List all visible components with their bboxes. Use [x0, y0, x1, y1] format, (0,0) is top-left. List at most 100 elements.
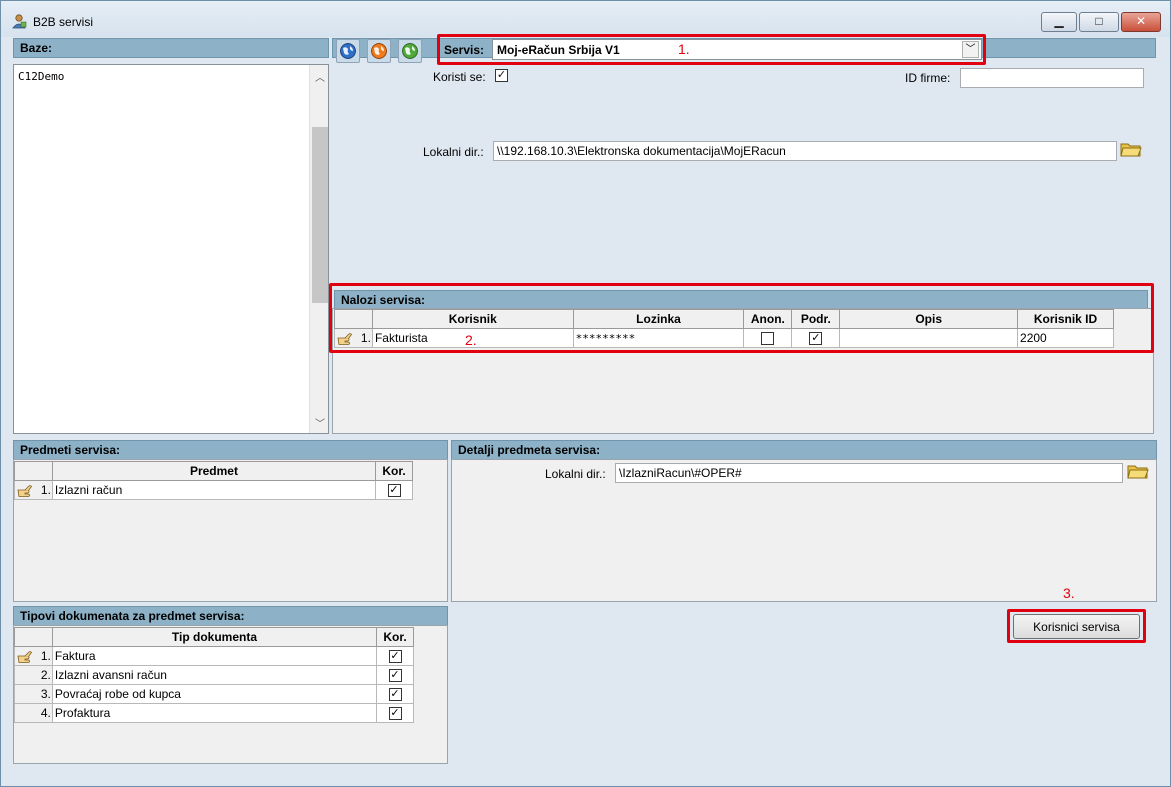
- koristi-se-checkbox[interactable]: ✓: [495, 69, 508, 82]
- predmeti-header-label: Predmeti servisa:: [20, 443, 121, 457]
- globe-blue-button[interactable]: [336, 39, 360, 63]
- row-number[interactable]: 1.: [14, 646, 53, 666]
- window-title: B2B servisi: [33, 15, 94, 29]
- tipovi-grid[interactable]: Tip dokumenta Kor. 1. Faktura ✓ 2. Izlaz…: [14, 627, 414, 723]
- chevron-down-icon: ﹀: [965, 44, 976, 55]
- nalozi-col-lozinka[interactable]: Lozinka: [572, 309, 745, 329]
- row-number-label: 1.: [40, 483, 51, 497]
- cell-tip[interactable]: Faktura: [51, 646, 378, 666]
- nalozi-col-opis[interactable]: Opis: [839, 309, 1019, 329]
- cell-lozinka[interactable]: *********: [572, 328, 745, 348]
- annotation-number-2: 2.: [465, 332, 477, 348]
- scroll-down-icon[interactable]: ﹀: [313, 415, 327, 430]
- cell-predmet[interactable]: Izlazni račun: [51, 480, 377, 500]
- cell-kor[interactable]: ✓: [376, 703, 414, 723]
- servis-select[interactable]: Moj-eRačun Srbija V1 ﹀: [492, 39, 982, 60]
- table-row[interactable]: 3. Povraćaj robe od kupca ✓: [14, 684, 414, 704]
- row-number[interactable]: 1.: [334, 328, 373, 348]
- table-row[interactable]: 1. Izlazni račun ✓: [14, 480, 413, 500]
- b2b-window: B2B servisi ▁ □ ✕ Baze: C12Demo ︿ ﹀ Serv…: [0, 0, 1171, 787]
- maximize-button[interactable]: □: [1079, 12, 1119, 32]
- kor-checkbox[interactable]: ✓: [388, 688, 402, 702]
- tipovi-col-tip[interactable]: Tip dokumenta: [51, 627, 378, 647]
- folder-open-icon[interactable]: [1120, 140, 1142, 158]
- cell-kor[interactable]: ✓: [376, 665, 414, 685]
- anon-checkbox[interactable]: [761, 332, 775, 346]
- minimize-icon: ▁: [1054, 14, 1064, 28]
- predmeti-grid-header: Predmet Kor.: [14, 461, 413, 481]
- nalozi-grid[interactable]: Korisnik Lozinka Anon. Podr. Opis Korisn…: [334, 309, 1114, 348]
- cell-tip[interactable]: Povraćaj robe od kupca: [51, 684, 378, 704]
- nalozi-grid-header: Korisnik Lozinka Anon. Podr. Opis Korisn…: [334, 309, 1114, 329]
- globe-orange-button[interactable]: [367, 39, 391, 63]
- globe-green-button[interactable]: [398, 39, 422, 63]
- annotation-number-3: 3.: [1063, 585, 1075, 601]
- baze-list[interactable]: C12Demo ︿ ﹀: [13, 64, 329, 434]
- cell-anon[interactable]: [743, 328, 793, 348]
- table-row[interactable]: 1. Fakturista ********* ✓ 2200: [334, 328, 1114, 348]
- cell-tip[interactable]: Izlazni avansni račun: [51, 665, 378, 685]
- nalozi-header: Nalozi servisa:: [334, 290, 1148, 310]
- minimize-button[interactable]: ▁: [1041, 12, 1077, 32]
- baze-header: Baze:: [13, 38, 329, 58]
- close-button[interactable]: ✕: [1121, 12, 1161, 32]
- globe-orange-icon: [371, 43, 387, 59]
- servis-dropdown-button[interactable]: ﹀: [962, 41, 979, 58]
- row-number-label: 1.: [360, 331, 371, 345]
- kor-checkbox[interactable]: ✓: [388, 669, 402, 683]
- annotation-number-1: 1.: [678, 41, 690, 57]
- row-number-label: 1.: [40, 649, 51, 663]
- cell-kor[interactable]: ✓: [376, 646, 414, 666]
- cell-podr[interactable]: ✓: [791, 328, 841, 348]
- nalozi-col-rownum: [334, 309, 373, 329]
- nalozi-col-korisnik-id[interactable]: Korisnik ID: [1017, 309, 1114, 329]
- cell-kor[interactable]: ✓: [375, 480, 413, 500]
- nalozi-col-podr[interactable]: Podr.: [791, 309, 841, 329]
- kor-checkbox[interactable]: ✓: [388, 650, 402, 664]
- row-number[interactable]: 2.: [14, 665, 53, 685]
- kor-checkbox[interactable]: ✓: [388, 707, 402, 721]
- cell-opis[interactable]: [839, 328, 1019, 348]
- baze-scrollbar[interactable]: ︿ ﹀: [309, 65, 328, 433]
- korisnici-servisa-button[interactable]: Korisnici servisa: [1013, 614, 1140, 639]
- tipovi-header: Tipovi dokumenata za predmet servisa:: [13, 606, 448, 626]
- scroll-thumb[interactable]: [312, 127, 328, 303]
- nalozi-col-anon[interactable]: Anon.: [743, 309, 793, 329]
- predmeti-col-predmet[interactable]: Predmet: [51, 461, 377, 481]
- predmeti-col-kor[interactable]: Kor.: [375, 461, 413, 481]
- table-row[interactable]: 2. Izlazni avansni račun ✓: [14, 665, 414, 685]
- globe-green-icon: [402, 43, 418, 59]
- cell-kor[interactable]: ✓: [376, 684, 414, 704]
- id-firme-input[interactable]: [960, 68, 1144, 88]
- detalji-header-label: Detalji predmeta servisa:: [458, 443, 601, 457]
- detalji-lokalni-dir-input[interactable]: [615, 463, 1123, 483]
- globe-blue-icon: [340, 43, 356, 59]
- predmeti-grid[interactable]: Predmet Kor. 1. Izlazni račun ✓: [14, 461, 413, 500]
- nalozi-header-label: Nalozi servisa:: [341, 293, 426, 307]
- title-bar: B2B servisi ▁ □ ✕: [1, 1, 1170, 37]
- cell-tip[interactable]: Profaktura: [51, 703, 378, 723]
- predmeti-header: Predmeti servisa:: [13, 440, 448, 460]
- predmeti-col-rownum: [14, 461, 53, 481]
- pointing-hand-icon: [337, 333, 352, 345]
- row-number[interactable]: 4.: [14, 703, 53, 723]
- podr-checkbox[interactable]: ✓: [809, 332, 823, 346]
- table-row[interactable]: 4. Profaktura ✓: [14, 703, 414, 723]
- nalozi-col-korisnik[interactable]: Korisnik: [371, 309, 574, 329]
- check-icon: ✓: [496, 69, 507, 81]
- folder-open-icon[interactable]: [1127, 462, 1149, 480]
- cell-korisnik-id[interactable]: 2200: [1017, 328, 1114, 348]
- lokalni-dir-input[interactable]: [493, 141, 1117, 161]
- servis-label: Servis:: [444, 43, 485, 57]
- row-number[interactable]: 3.: [14, 684, 53, 704]
- scroll-up-icon[interactable]: ︿: [313, 69, 327, 84]
- kor-checkbox[interactable]: ✓: [387, 484, 401, 498]
- row-number[interactable]: 1.: [14, 480, 53, 500]
- tipovi-col-kor[interactable]: Kor.: [376, 627, 414, 647]
- baze-item-c12demo[interactable]: C12Demo: [18, 70, 64, 83]
- pointing-hand-icon: [17, 485, 32, 497]
- table-row[interactable]: 1. Faktura ✓: [14, 646, 414, 666]
- pointing-hand-icon: [17, 651, 32, 663]
- detalji-lokalni-dir-label: Lokalni dir.:: [545, 467, 606, 481]
- b2b-app-icon: [12, 14, 27, 29]
